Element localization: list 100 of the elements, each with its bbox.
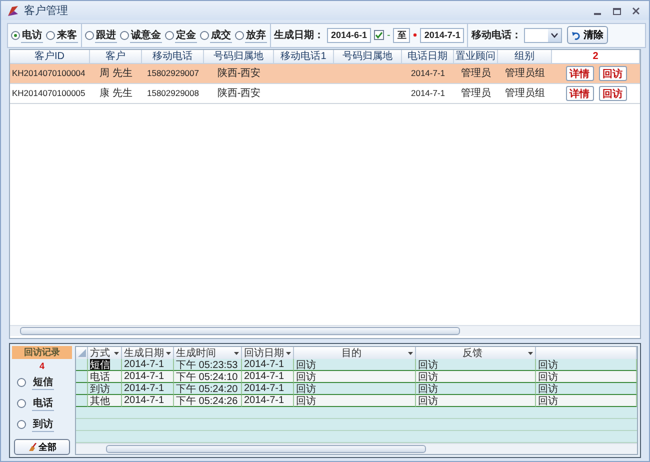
column-header[interactable]: 反馈 — [462, 347, 482, 360]
column-header[interactable]: 号码归属地 — [334, 50, 402, 64]
select-all-corner[interactable] — [76, 347, 88, 360]
column-header[interactable]: 电话日期 — [402, 50, 454, 64]
action-button[interactable]: 详情 — [566, 66, 594, 81]
table-cell: 2014-7-1 — [402, 84, 454, 104]
radio-label[interactable]: 电访 — [21, 28, 43, 43]
table-cell: 2014-7-1 — [242, 395, 294, 408]
table-cell: 下午 05:24:20 — [174, 383, 242, 396]
table-cell: 下午 05:23:53 — [174, 359, 242, 372]
table-cell: 回访 — [294, 383, 416, 396]
clear-button[interactable]: 清除 — [567, 26, 608, 44]
table-cell: 其他 — [88, 395, 122, 408]
date-field[interactable]: 2014-7-1 — [420, 28, 464, 43]
column-header[interactable]: 移动电话 — [142, 50, 204, 64]
radio-label[interactable]: 诚意金 — [130, 28, 162, 43]
all-button[interactable]: 全部 — [14, 439, 70, 456]
table-cell: 2014-7-1 — [122, 395, 174, 408]
mobile-combo-box[interactable] — [524, 28, 562, 43]
column-header[interactable]: 目的 — [342, 347, 362, 360]
radio-label[interactable]: 成交 — [210, 28, 232, 43]
record-count: 4 — [38, 361, 46, 372]
table-cell: 回访 — [294, 395, 416, 408]
radio-label[interactable]: 跟进 — [95, 28, 117, 43]
action-button[interactable]: 详情 — [566, 86, 594, 101]
column-header[interactable]: 移动电话1 — [274, 50, 334, 64]
filter-arrow-icon[interactable] — [286, 352, 291, 355]
table-cell: 管理员 — [454, 84, 498, 104]
table-cell: 回访 — [294, 371, 416, 384]
column-header[interactable]: 组别 — [498, 50, 552, 64]
filter-arrow-icon[interactable] — [408, 352, 413, 355]
close-icon[interactable] — [632, 6, 640, 15]
radio-label[interactable]: 来客 — [56, 28, 78, 43]
table-cell: 到访 — [88, 383, 122, 396]
undo-icon — [572, 30, 582, 40]
date-field[interactable]: 2014-6-1 — [327, 28, 372, 43]
app-icon — [7, 4, 19, 17]
checkbox[interactable] — [374, 30, 384, 40]
horizontal-scrollbar[interactable] — [10, 325, 640, 336]
action-button[interactable]: 回访 — [598, 86, 626, 101]
table-cell: 短信 — [88, 359, 122, 372]
table-cell: 2014-7-1 — [242, 359, 294, 372]
table-cell: 2014-7-1 — [122, 383, 174, 396]
action-button[interactable]: 回访 — [598, 66, 626, 81]
column-header[interactable]: 置业顾问 — [454, 50, 498, 64]
radio-button[interactable] — [17, 378, 26, 388]
range-dash: - — [387, 30, 390, 41]
row-count: 2 — [552, 50, 640, 64]
table-cell: KH2014070100004 — [10, 64, 90, 84]
table-cell: 回访 — [294, 359, 416, 372]
table-cell: 回访 — [416, 395, 536, 408]
panel-title: 回访记录 — [12, 346, 72, 360]
maximize-icon[interactable] — [613, 6, 621, 15]
filter-arrow-icon[interactable] — [528, 352, 533, 355]
radio-button[interactable] — [200, 30, 209, 40]
radio-button[interactable] — [120, 30, 129, 40]
radio-label[interactable]: 电话 — [32, 396, 54, 412]
broom-icon — [28, 442, 36, 452]
window-title: 客户管理 — [24, 4, 68, 18]
column-header[interactable]: 号码归属地 — [204, 50, 274, 64]
table-cell: 下午 05:24:10 — [174, 371, 242, 384]
radio-button[interactable] — [165, 30, 174, 40]
radio-button[interactable] — [235, 30, 244, 40]
range-label: 至 — [393, 28, 410, 43]
radio-button[interactable] — [46, 30, 55, 40]
radio-label[interactable]: 定金 — [175, 28, 197, 43]
table-cell: 管理员 — [454, 64, 498, 84]
filter-arrow-icon[interactable] — [166, 352, 171, 355]
table-cell: 康 先生 — [90, 84, 142, 104]
table-cell: 陕西-西安 — [204, 84, 274, 104]
table-cell: 2014-7-1 — [242, 371, 294, 384]
date-label: 生成日期： — [274, 28, 324, 42]
table-cell: 周 先生 — [90, 64, 142, 84]
radio-button[interactable] — [17, 399, 26, 408]
radio-label[interactable]: 到访 — [32, 417, 54, 432]
table-cell: KH2014070100005 — [10, 84, 90, 104]
horizontal-scrollbar[interactable] — [76, 443, 637, 454]
radio-label[interactable]: 放弃 — [245, 28, 267, 43]
table-cell: 回访 — [536, 359, 637, 372]
table-cell: 回访 — [536, 395, 637, 408]
table-cell: 回访 — [416, 359, 536, 372]
radio-button[interactable] — [85, 30, 94, 40]
radio-label[interactable]: 短信 — [32, 375, 54, 390]
table-cell: 陕西-西安 — [204, 64, 274, 84]
column-header[interactable]: 客户 — [90, 50, 142, 64]
table-cell: 2014-7-1 — [122, 359, 174, 372]
table-cell: 回访 — [416, 383, 536, 396]
radio-button[interactable] — [17, 420, 26, 430]
table-cell: 管理员组 — [498, 84, 552, 104]
table-cell: 2014-7-1 — [242, 383, 294, 396]
table-cell: 2014-7-1 — [402, 64, 454, 84]
radio-button[interactable] — [11, 30, 20, 40]
table-cell: 回访 — [416, 371, 536, 384]
filter-arrow-icon[interactable] — [234, 352, 239, 355]
table-cell: 回访 — [536, 371, 637, 384]
required-marker-icon — [413, 33, 418, 38]
table-cell: 管理员组 — [498, 64, 552, 84]
filter-arrow-icon[interactable] — [114, 352, 119, 355]
column-header[interactable]: 客户ID — [10, 50, 90, 64]
table-cell: 2014-7-1 — [122, 371, 174, 384]
